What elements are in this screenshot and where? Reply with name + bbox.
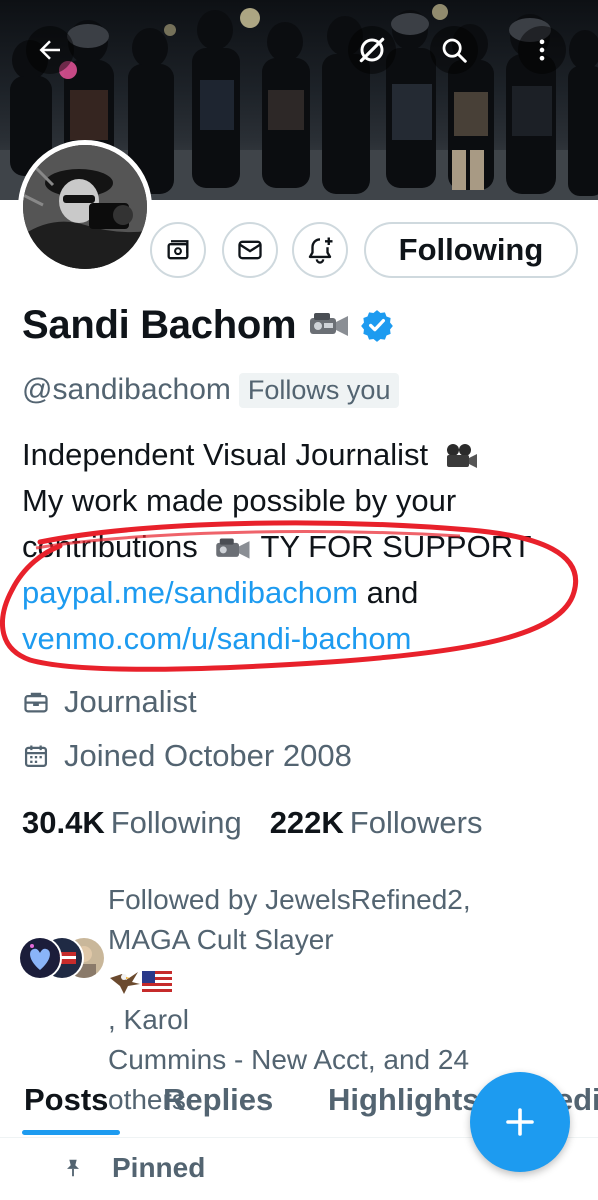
- verified-badge-icon[interactable]: [360, 308, 394, 342]
- grok-button[interactable]: [348, 26, 396, 74]
- search-button[interactable]: [430, 26, 478, 74]
- notify-button[interactable]: [292, 222, 348, 278]
- more-options-button[interactable]: [518, 26, 566, 74]
- display-name: Sandi Bachom: [22, 302, 297, 347]
- bio-text-1: Independent Visual Journalist: [22, 437, 429, 472]
- avatar-photo: [23, 145, 147, 269]
- movie-camera-emoji-icon: [446, 443, 477, 468]
- message-button[interactable]: [222, 222, 278, 278]
- user-handle: @sandibachom: [22, 373, 231, 406]
- tab-replies[interactable]: Replies: [163, 1082, 273, 1118]
- back-button[interactable]: [26, 26, 74, 74]
- followed-by-line-2: MAGA Cult Slayer , Karol: [108, 920, 558, 1040]
- subscriptions-button[interactable]: [150, 222, 206, 278]
- category-text: Journalist: [64, 684, 197, 719]
- eagle-emoji-icon: [110, 971, 140, 994]
- following-button-label: Following: [398, 232, 544, 267]
- followers-count: 222K: [269, 805, 344, 840]
- profile-name-row: Sandi Bachom: [22, 300, 394, 350]
- followed-by-avatars[interactable]: [18, 936, 110, 984]
- follower-avatar-1: [18, 936, 62, 980]
- followed-by-line-2-tail: , Karol: [108, 1004, 189, 1035]
- follows-you-badge: Follows you: [238, 372, 400, 408]
- following-count-link[interactable]: 30.4K Following: [22, 805, 242, 841]
- profile-avatar[interactable]: [18, 140, 152, 274]
- briefcase-icon: [24, 692, 48, 713]
- following-button[interactable]: Following: [364, 222, 578, 278]
- pinned-label-row: Pinned: [62, 1152, 205, 1184]
- pinned-text: Pinned: [112, 1152, 206, 1183]
- compose-post-button[interactable]: [470, 1072, 570, 1172]
- follow-counts: 30.4K Following 222K Followers: [22, 800, 482, 846]
- red-annotation-scribble: [0, 520, 579, 672]
- following-count: 30.4K: [22, 805, 105, 840]
- pin-icon: [67, 1159, 79, 1177]
- active-tab-indicator: [22, 1130, 120, 1135]
- bio-line-1: Independent Visual Journalist: [22, 432, 582, 478]
- category-row: Journalist: [22, 680, 197, 724]
- grok-icon: [359, 37, 385, 63]
- envelope-icon: [238, 240, 262, 260]
- following-count-label: Following: [110, 805, 242, 840]
- calendar-icon: [24, 745, 48, 768]
- arrow-left-icon: [39, 40, 60, 60]
- subscriptions-icon: [167, 240, 189, 260]
- plus-icon: [506, 1108, 534, 1136]
- tab-posts[interactable]: Posts: [24, 1082, 108, 1118]
- more-vertical-icon: [539, 39, 545, 61]
- followed-by-line-1: Followed by JewelsRefined2,: [108, 884, 471, 915]
- tab-highlights[interactable]: Highlights: [328, 1082, 480, 1118]
- search-icon: [442, 38, 467, 63]
- video-camera-emoji-icon: [310, 313, 349, 336]
- followers-count-link[interactable]: 222K Followers: [270, 805, 483, 841]
- followed-by-name-2: MAGA Cult Slayer: [108, 924, 334, 955]
- followers-count-label: Followers: [349, 805, 483, 840]
- joined-row: Joined October 2008: [22, 734, 352, 778]
- joined-text: Joined October 2008: [64, 738, 352, 773]
- us-flag-emoji-icon: [142, 970, 172, 993]
- bio-text-2: My work made possible by your: [22, 483, 457, 518]
- handle-row: @sandibachom Follows you: [22, 370, 400, 410]
- bell-plus-icon: [308, 237, 333, 264]
